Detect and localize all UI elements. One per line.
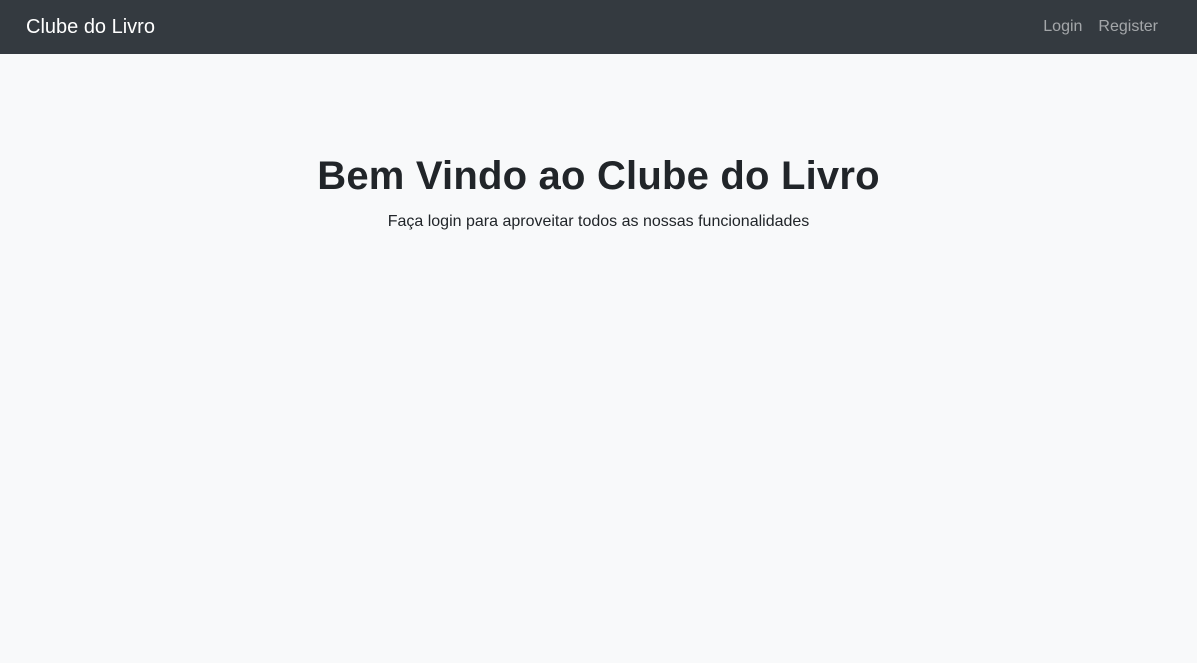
nav-login-link[interactable]: Login [1043, 19, 1082, 35]
page-subtitle: Faça login para aproveitar todos as noss… [387, 213, 810, 230]
nav-links: Login Register [1043, 19, 1158, 35]
page-title: Bem Vindo ao Clube do Livro [317, 154, 880, 198]
nav-register-link[interactable]: Register [1098, 19, 1158, 35]
hero-section: Bem Vindo ao Clube do Livro Faça login p… [0, 54, 1197, 231]
top-navbar: Clube do Livro Login Register [0, 0, 1197, 54]
brand-link[interactable]: Clube do Livro [26, 17, 155, 37]
